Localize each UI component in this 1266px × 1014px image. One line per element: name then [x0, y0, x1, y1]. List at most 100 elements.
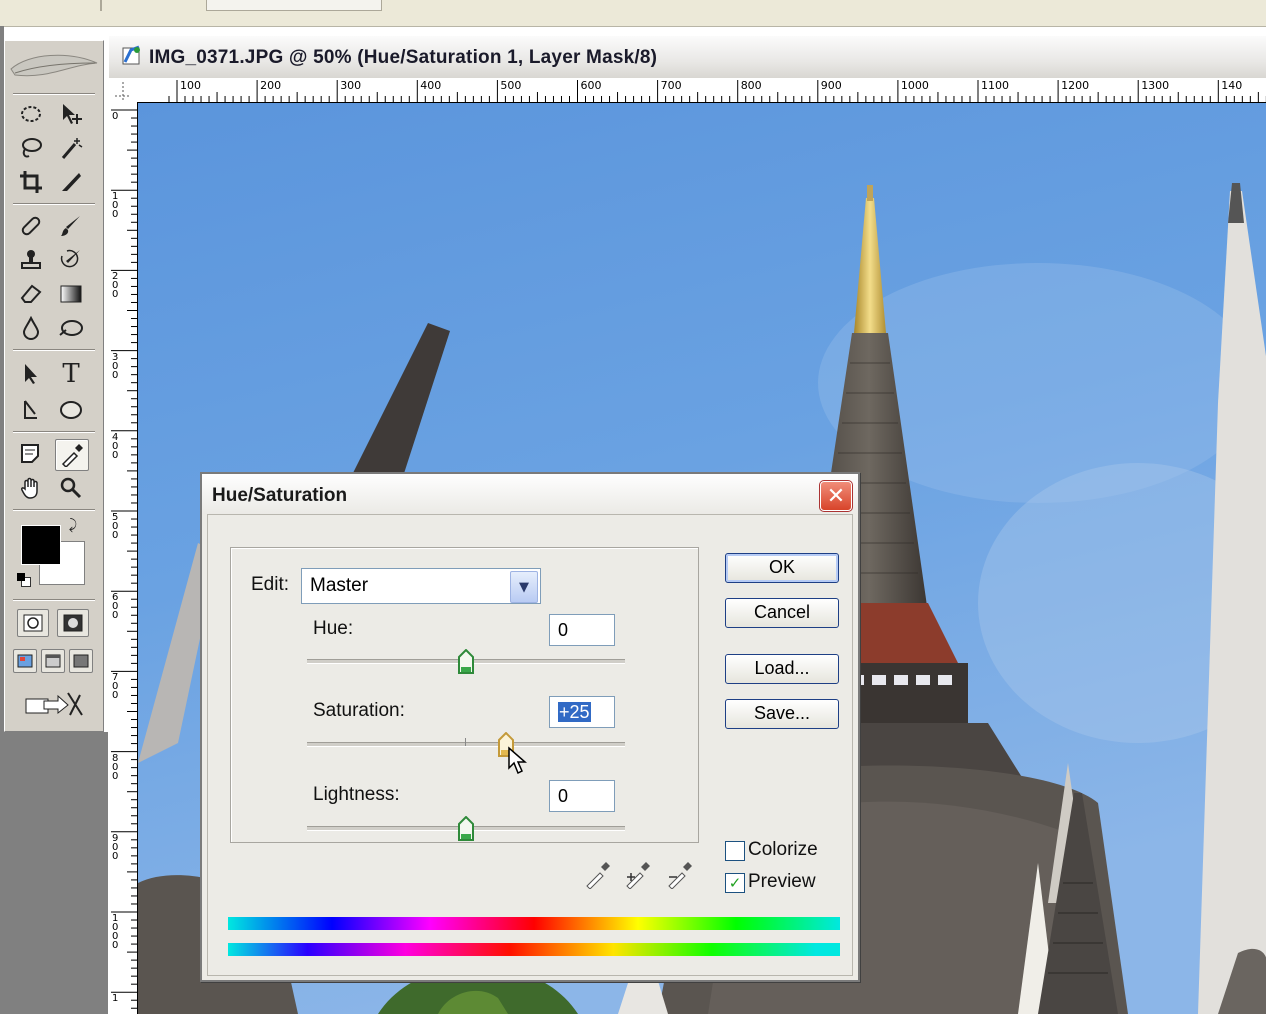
- horizontal-ruler: 100 200 300 400 500 600 700 800 900 1000 1100 1200 1…: [137, 78, 1266, 103]
- full-screen-mode-icon[interactable]: [69, 649, 93, 673]
- toolbox-divider: [13, 93, 95, 95]
- move-icon[interactable]: [55, 99, 87, 129]
- saturation-input[interactable]: +25: [549, 696, 615, 728]
- notes-icon[interactable]: [15, 439, 47, 469]
- ruler-h-label: 800: [740, 79, 762, 92]
- marquee-icon[interactable]: [15, 99, 47, 129]
- quick-mask-mode-icon[interactable]: [57, 609, 89, 637]
- saturation-input-value: +25: [558, 702, 591, 722]
- load-button[interactable]: Load...: [725, 654, 839, 684]
- eraser-icon[interactable]: [15, 279, 47, 309]
- hue-input[interactable]: 0: [549, 614, 615, 646]
- ruler-h-label: 400: [420, 79, 442, 92]
- colorize-checkbox[interactable]: [725, 841, 745, 861]
- hue-slider-thumb[interactable]: [457, 648, 475, 675]
- ok-button[interactable]: OK: [725, 553, 839, 583]
- ruler-h-label: 600: [580, 79, 602, 92]
- toolbox: T ⤸: [4, 40, 104, 732]
- ruler-v-label: 1000: [112, 913, 119, 951]
- dialog-title-bar[interactable]: Hue/Saturation ✕: [202, 474, 858, 514]
- edit-dropdown[interactable]: Master ▼: [301, 568, 541, 604]
- ruler-h-label: 200: [260, 79, 282, 92]
- magic-wand-icon[interactable]: [55, 133, 87, 163]
- toolbox-divider: [13, 431, 95, 433]
- gradient-icon[interactable]: [55, 279, 87, 309]
- document-title-bar[interactable]: IMG_0371.JPG @ 50% (Hue/Saturation 1, La…: [109, 36, 1266, 79]
- ruler-h-label: 900: [820, 79, 842, 92]
- path-selection-icon[interactable]: [15, 359, 47, 389]
- preview-label[interactable]: Preview: [748, 871, 816, 893]
- cancel-button[interactable]: Cancel: [725, 598, 839, 628]
- close-button[interactable]: ✕: [819, 480, 853, 512]
- crop-icon[interactable]: [15, 167, 47, 197]
- edit-dropdown-value: Master: [310, 575, 369, 596]
- workspace-background: [4, 732, 108, 1014]
- ruler-v-label: 0: [112, 111, 119, 122]
- ruler-h-label: 1200: [1061, 79, 1090, 92]
- toolbox-divider: [13, 203, 95, 205]
- ruler-v-label: 300: [112, 351, 119, 381]
- clone-stamp-icon[interactable]: [15, 245, 47, 275]
- ruler-v-label: 600: [112, 592, 119, 622]
- photoshop-document-icon: [121, 44, 143, 66]
- lightness-slider-thumb[interactable]: [457, 815, 475, 842]
- hand-icon[interactable]: [15, 473, 47, 503]
- options-bar: [0, 0, 1266, 27]
- ruler-h-label: 140: [1221, 79, 1243, 92]
- default-colors-icon[interactable]: [17, 573, 31, 587]
- ruler-v-label: 200: [112, 271, 119, 301]
- toolbox-header-feather-icon[interactable]: [9, 49, 99, 89]
- slice-icon[interactable]: [55, 167, 87, 197]
- zoom-icon[interactable]: [55, 473, 87, 503]
- ruler-h-label: 100: [180, 79, 201, 92]
- toolbox-divider: [13, 509, 95, 511]
- full-screen-menu-mode-icon[interactable]: [41, 649, 65, 673]
- jump-to-imageready-icon[interactable]: [17, 689, 91, 719]
- eyedropper-icon[interactable]: [584, 861, 610, 890]
- saturation-slider-track[interactable]: [307, 742, 625, 747]
- options-field[interactable]: [206, 0, 382, 11]
- input-color-bar: [228, 917, 840, 930]
- ruler-v-label: 900: [112, 832, 119, 862]
- foreground-color-swatch[interactable]: [21, 525, 61, 565]
- blur-icon[interactable]: [15, 313, 47, 343]
- preview-checkbox[interactable]: ✓: [725, 873, 745, 893]
- brush-icon[interactable]: [55, 211, 87, 241]
- lightness-label: Lightness:: [313, 784, 400, 805]
- adjustment-group: Edit: Master ▼ Hue: 0 Saturation: +25 Li…: [230, 547, 699, 843]
- ruler-origin[interactable]: [109, 78, 138, 103]
- add-to-sample-eyedropper-icon[interactable]: [624, 861, 650, 890]
- hue-label: Hue:: [313, 618, 354, 639]
- history-brush-icon[interactable]: [55, 245, 87, 275]
- vertical-ruler: 0 100 200 300 400 500 600 700 800 900 1000 1: [109, 102, 138, 1014]
- eyedropper-icon[interactable]: [55, 439, 89, 471]
- chevron-down-icon[interactable]: ▼: [510, 571, 538, 603]
- dialog-body: Edit: Master ▼ Hue: 0 Saturation: +25 Li…: [207, 514, 853, 976]
- edit-label: Edit:: [249, 574, 292, 596]
- pen-icon[interactable]: [15, 395, 47, 425]
- standard-screen-mode-icon[interactable]: [13, 649, 37, 673]
- dodge-icon[interactable]: [55, 313, 87, 343]
- healing-brush-icon[interactable]: [15, 211, 47, 241]
- save-button[interactable]: Save...: [725, 699, 839, 729]
- ruler-v-label: 700: [112, 672, 119, 702]
- saturation-label: Saturation:: [313, 700, 405, 721]
- swap-colors-icon[interactable]: ⤸: [63, 515, 83, 535]
- options-divider: [100, 0, 102, 11]
- standard-mode-icon[interactable]: [17, 609, 49, 637]
- subtract-from-sample-eyedropper-icon[interactable]: [666, 861, 692, 890]
- ruler-v-label: 100: [112, 191, 119, 221]
- ellipse-shape-icon[interactable]: [55, 395, 87, 425]
- lasso-icon[interactable]: [15, 133, 47, 163]
- ruler-v-label: 400: [112, 431, 119, 461]
- document-title: IMG_0371.JPG @ 50% (Hue/Saturation 1, La…: [149, 47, 658, 68]
- type-icon[interactable]: T: [55, 359, 87, 389]
- dialog-title: Hue/Saturation: [212, 485, 348, 506]
- toolbox-divider: [13, 599, 95, 601]
- colorize-label[interactable]: Colorize: [748, 839, 818, 861]
- ruler-h-label: 1300: [1141, 79, 1170, 92]
- mouse-cursor-icon: [507, 746, 531, 776]
- ruler-v-label: 1: [112, 993, 119, 1005]
- lightness-input[interactable]: 0: [549, 780, 615, 812]
- toolbox-divider: [13, 349, 95, 351]
